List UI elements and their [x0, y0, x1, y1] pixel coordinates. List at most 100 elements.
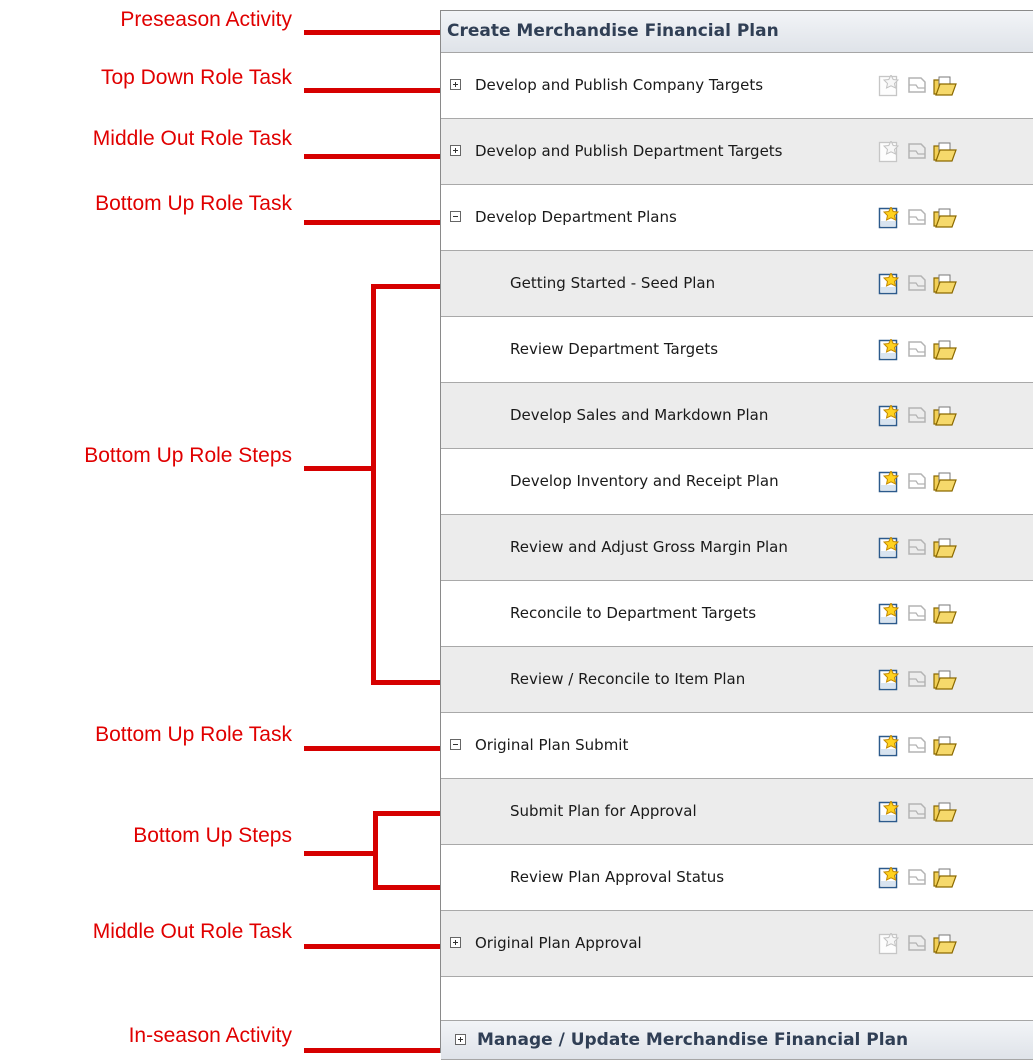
annotation-preseason-activity: Preseason Activity [120, 8, 292, 31]
expand-icon[interactable] [450, 145, 461, 156]
document-icon [907, 207, 927, 231]
open-folder-icon[interactable] [933, 933, 957, 959]
step-label[interactable]: Review and Adjust Gross Margin Plan [510, 515, 788, 580]
new-workbook-icon[interactable] [878, 469, 900, 497]
activity-header-in-season[interactable]: Manage / Update Merchandise Financial Pl… [441, 1020, 1033, 1060]
annotation-bracket [373, 811, 442, 816]
step-label[interactable]: Develop Sales and Markdown Plan [510, 383, 768, 448]
step-label[interactable]: Reconcile to Department Targets [510, 581, 756, 646]
list-spacer [441, 977, 1033, 1020]
annotation-connector [304, 746, 442, 751]
step-row[interactable]: Review Plan Approval Status [441, 845, 1033, 911]
step-row[interactable]: Getting Started - Seed Plan [441, 251, 1033, 317]
new-workbook-icon[interactable] [878, 733, 900, 761]
annotation-middle-out-role-task-1: Middle Out Role Task [92, 127, 292, 150]
annotation-bottom-up-role-task-1: Bottom Up Role Task [95, 192, 292, 215]
document-icon [907, 603, 927, 627]
new-workbook-icon[interactable] [878, 205, 900, 233]
step-label[interactable]: Review Department Targets [510, 317, 718, 382]
open-folder-icon[interactable] [933, 471, 957, 497]
activity-header-title: Create Merchandise Financial Plan [447, 21, 779, 41]
annotation-in-season-activity: In-season Activity [128, 1024, 292, 1047]
open-folder-icon[interactable] [933, 141, 957, 167]
document-icon [907, 933, 927, 957]
new-workbook-icon [878, 139, 900, 167]
open-folder-icon[interactable] [933, 669, 957, 695]
step-row[interactable]: Review and Adjust Gross Margin Plan [441, 515, 1033, 581]
open-folder-icon[interactable] [933, 405, 957, 431]
annotation-bracket [371, 680, 442, 685]
step-row[interactable]: Develop Inventory and Receipt Plan [441, 449, 1033, 515]
open-folder-icon[interactable] [933, 339, 957, 365]
step-label[interactable]: Review / Reconcile to Item Plan [510, 647, 745, 712]
annotation-connector [304, 88, 442, 93]
annotation-connector [304, 154, 442, 159]
open-folder-icon[interactable] [933, 537, 957, 563]
open-folder-icon[interactable] [933, 603, 957, 629]
annotation-bottom-up-steps: Bottom Up Steps [133, 824, 292, 847]
new-workbook-icon[interactable] [878, 271, 900, 299]
step-row[interactable]: Develop Sales and Markdown Plan [441, 383, 1033, 449]
document-icon [907, 405, 927, 429]
new-workbook-icon[interactable] [878, 403, 900, 431]
annotation-connector [304, 944, 442, 949]
step-label[interactable]: Getting Started - Seed Plan [510, 251, 715, 316]
open-folder-icon[interactable] [933, 801, 957, 827]
annotation-bracket [304, 466, 376, 471]
task-row[interactable]: Original Plan Submit [441, 713, 1033, 779]
document-icon [907, 141, 927, 165]
annotation-bottom-up-role-task-2: Bottom Up Role Task [95, 723, 292, 746]
new-workbook-icon[interactable] [878, 337, 900, 365]
new-workbook-icon [878, 931, 900, 959]
step-row[interactable]: Reconcile to Department Targets [441, 581, 1033, 647]
document-icon [907, 735, 927, 759]
expand-icon[interactable] [455, 1034, 466, 1045]
open-folder-icon[interactable] [933, 735, 957, 761]
task-label[interactable]: Develop and Publish Department Targets [475, 119, 783, 184]
collapse-icon[interactable] [450, 211, 461, 222]
document-icon [907, 669, 927, 693]
task-label[interactable]: Develop Department Plans [475, 185, 677, 250]
new-workbook-icon[interactable] [878, 601, 900, 629]
expand-icon[interactable] [450, 79, 461, 90]
annotation-bottom-up-role-steps: Bottom Up Role Steps [84, 444, 292, 467]
annotation-bracket [371, 286, 376, 683]
annotation-connector [304, 220, 442, 225]
step-label[interactable]: Review Plan Approval Status [510, 845, 724, 910]
expand-icon[interactable] [450, 937, 461, 948]
annotation-top-down-role-task: Top Down Role Task [100, 66, 292, 89]
open-folder-icon[interactable] [933, 273, 957, 299]
task-label[interactable]: Develop and Publish Company Targets [475, 53, 763, 118]
new-workbook-icon[interactable] [878, 865, 900, 893]
activity-header-preseason[interactable]: Create Merchandise Financial Plan [441, 11, 1033, 53]
document-icon [907, 273, 927, 297]
document-icon [907, 801, 927, 825]
annotation-bracket [373, 813, 378, 890]
annotation-connector [304, 1048, 442, 1053]
document-icon [907, 339, 927, 363]
collapse-icon[interactable] [450, 739, 461, 750]
step-label[interactable]: Develop Inventory and Receipt Plan [510, 449, 779, 514]
new-workbook-icon[interactable] [878, 535, 900, 563]
task-label[interactable]: Original Plan Approval [475, 911, 642, 976]
new-workbook-icon[interactable] [878, 799, 900, 827]
annotation-connector [304, 30, 442, 35]
step-row[interactable]: Review Department Targets [441, 317, 1033, 383]
open-folder-icon[interactable] [933, 867, 957, 893]
task-row[interactable]: Develop and Publish Department Targets [441, 119, 1033, 185]
annotation-bracket [373, 885, 442, 890]
step-row[interactable]: Submit Plan for Approval [441, 779, 1033, 845]
task-row[interactable]: Develop and Publish Company Targets [441, 53, 1033, 119]
activity-task-panel: Create Merchandise Financial Plan Develo… [440, 10, 1033, 1060]
task-row[interactable]: Develop Department Plans [441, 185, 1033, 251]
annotated-screenshot: Preseason Activity Top Down Role Task Midd… [0, 0, 1033, 1060]
new-workbook-icon[interactable] [878, 667, 900, 695]
document-icon [907, 867, 927, 891]
step-row[interactable]: Review / Reconcile to Item Plan [441, 647, 1033, 713]
step-label[interactable]: Submit Plan for Approval [510, 779, 697, 844]
open-folder-icon[interactable] [933, 75, 957, 101]
open-folder-icon[interactable] [933, 207, 957, 233]
activity-header-title: Manage / Update Merchandise Financial Pl… [477, 1030, 909, 1050]
task-row[interactable]: Original Plan Approval [441, 911, 1033, 977]
task-label[interactable]: Original Plan Submit [475, 713, 628, 778]
